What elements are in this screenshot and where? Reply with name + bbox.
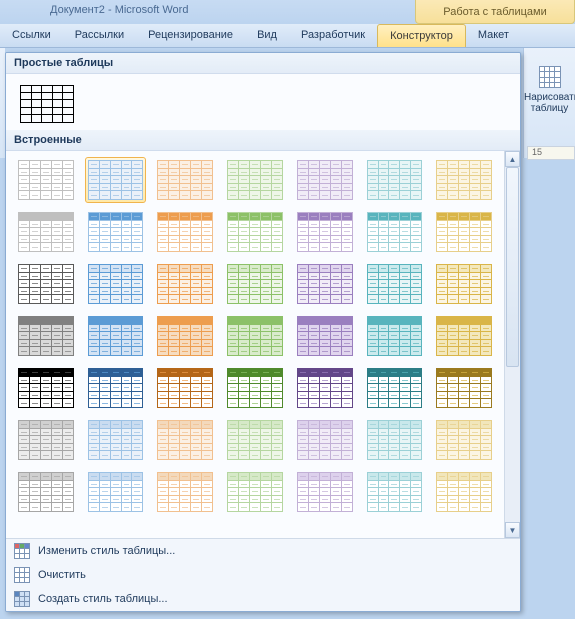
new-style-icon (14, 591, 30, 607)
draw-table-icon[interactable] (539, 66, 561, 88)
table-style-hdr-orange[interactable] (154, 209, 216, 255)
tab-макет[interactable]: Макет (466, 24, 521, 47)
table-style-fill-blue[interactable] (85, 313, 147, 359)
table-style-grid-purple[interactable] (294, 261, 356, 307)
title-bar: Документ2 - Microsoft Word Работа с табл… (0, 0, 575, 24)
modify-style-icon (14, 543, 30, 559)
tab-вид[interactable]: Вид (245, 24, 289, 47)
table-style-grid-amber[interactable] (433, 261, 495, 307)
table-styles-gallery: Простые таблицы Встроенные ▲ ▼ Изменить … (5, 52, 521, 612)
scroll-up-button[interactable]: ▲ (505, 151, 520, 167)
table-style-light-blue[interactable] (85, 157, 147, 203)
context-tab-label: Работа с таблицами (443, 6, 546, 18)
table-style-row (6, 203, 504, 255)
table-style-hdr-purple[interactable] (294, 209, 356, 255)
simple-tables-row (6, 74, 520, 126)
table-style-fill-amber[interactable] (433, 313, 495, 359)
table-style-stripe2-purple[interactable] (294, 469, 356, 515)
table-style-hdr-gray[interactable] (15, 209, 77, 255)
table-style-row (6, 307, 504, 359)
table-style-row (6, 463, 504, 515)
styles-scroll-area: ▲ ▼ (6, 151, 520, 538)
table-style-grid-blue[interactable] (85, 261, 147, 307)
table-style-light-teal[interactable] (364, 157, 426, 203)
modify-table-style-item[interactable]: Изменить стиль таблицы... (6, 539, 520, 563)
table-style-row (6, 359, 504, 411)
tab-разработчик[interactable]: Разработчик (289, 24, 377, 47)
group-header-builtin: Встроенные (6, 130, 520, 151)
table-style-dark-blue[interactable] (85, 365, 147, 411)
group-header-simple: Простые таблицы (6, 53, 520, 74)
table-style-light-amber[interactable] (433, 157, 495, 203)
gallery-footer: Изменить стиль таблицы... Очистить Созда… (6, 538, 520, 611)
table-style-stripe-blue[interactable] (85, 417, 147, 463)
table-style-hdr-amber[interactable] (433, 209, 495, 255)
table-style-stripe-green[interactable] (224, 417, 286, 463)
clear-label: Очистить (38, 569, 86, 581)
table-style-dark-black[interactable] (15, 365, 77, 411)
ribbon-tabs: СсылкиРассылкиРецензированиеВидРазработч… (0, 24, 575, 48)
tab-рецензирование[interactable]: Рецензирование (136, 24, 245, 47)
table-style-hdr-teal[interactable] (364, 209, 426, 255)
document-title: Документ2 - Microsoft Word (50, 4, 188, 16)
table-style-simple[interactable] (15, 80, 77, 126)
table-style-fill-teal[interactable] (364, 313, 426, 359)
clear-icon (14, 567, 30, 583)
table-style-fill-gray[interactable] (15, 313, 77, 359)
table-style-grid-orange[interactable] (154, 261, 216, 307)
table-style-fill-purple[interactable] (294, 313, 356, 359)
table-style-dark-orange[interactable] (154, 365, 216, 411)
table-style-stripe-amber[interactable] (433, 417, 495, 463)
clear-item[interactable]: Очистить (6, 563, 520, 587)
table-style-row (6, 255, 504, 307)
scroll-down-button[interactable]: ▼ (505, 522, 520, 538)
table-style-grid-teal[interactable] (364, 261, 426, 307)
table-style-grid-green[interactable] (224, 261, 286, 307)
tab-рассылки[interactable]: Рассылки (63, 24, 136, 47)
table-style-hdr-blue[interactable] (85, 209, 147, 255)
table-style-stripe-purple[interactable] (294, 417, 356, 463)
table-style-dark-purple[interactable] (294, 365, 356, 411)
table-style-hdr-green[interactable] (224, 209, 286, 255)
new-table-style-item[interactable]: Создать стиль таблицы... (6, 587, 520, 611)
table-style-stripe-orange[interactable] (154, 417, 216, 463)
table-style-light-orange[interactable] (154, 157, 216, 203)
table-style-stripe2-green[interactable] (224, 469, 286, 515)
scroll-thumb[interactable] (506, 167, 519, 367)
table-style-grid-gray[interactable] (15, 261, 77, 307)
styles-thumbnails (6, 151, 504, 538)
table-style-dark-amber[interactable] (433, 365, 495, 411)
scroll-track[interactable] (505, 167, 520, 522)
table-style-light-green[interactable] (224, 157, 286, 203)
tab-конструктор[interactable]: Конструктор (377, 24, 466, 47)
table-style-dark-green[interactable] (224, 365, 286, 411)
table-style-light-purple[interactable] (294, 157, 356, 203)
table-style-row (6, 151, 504, 203)
context-tab-table-tools: Работа с таблицами (415, 0, 575, 24)
gallery-scrollbar[interactable]: ▲ ▼ (504, 151, 520, 538)
table-style-light-none[interactable] (15, 157, 77, 203)
table-style-stripe-gray[interactable] (15, 417, 77, 463)
modify-style-label: Изменить стиль таблицы... (38, 545, 175, 557)
table-style-dark-teal[interactable] (364, 365, 426, 411)
table-style-fill-orange[interactable] (154, 313, 216, 359)
table-style-stripe2-gray[interactable] (15, 469, 77, 515)
new-style-label: Создать стиль таблицы... (38, 593, 168, 605)
table-style-stripe-teal[interactable] (364, 417, 426, 463)
table-style-fill-green[interactable] (224, 313, 286, 359)
draw-table-label: Нарисовать таблицу (524, 92, 575, 114)
table-style-row (6, 411, 504, 463)
table-style-stripe2-orange[interactable] (154, 469, 216, 515)
table-style-stripe2-blue[interactable] (85, 469, 147, 515)
table-style-stripe2-teal[interactable] (364, 469, 426, 515)
table-style-stripe2-amber[interactable] (433, 469, 495, 515)
ruler-fragment: 15 (527, 146, 575, 160)
tab-ссылки[interactable]: Ссылки (0, 24, 63, 47)
ribbon-right-panel: Нарисовать таблицу 15 (523, 48, 575, 158)
